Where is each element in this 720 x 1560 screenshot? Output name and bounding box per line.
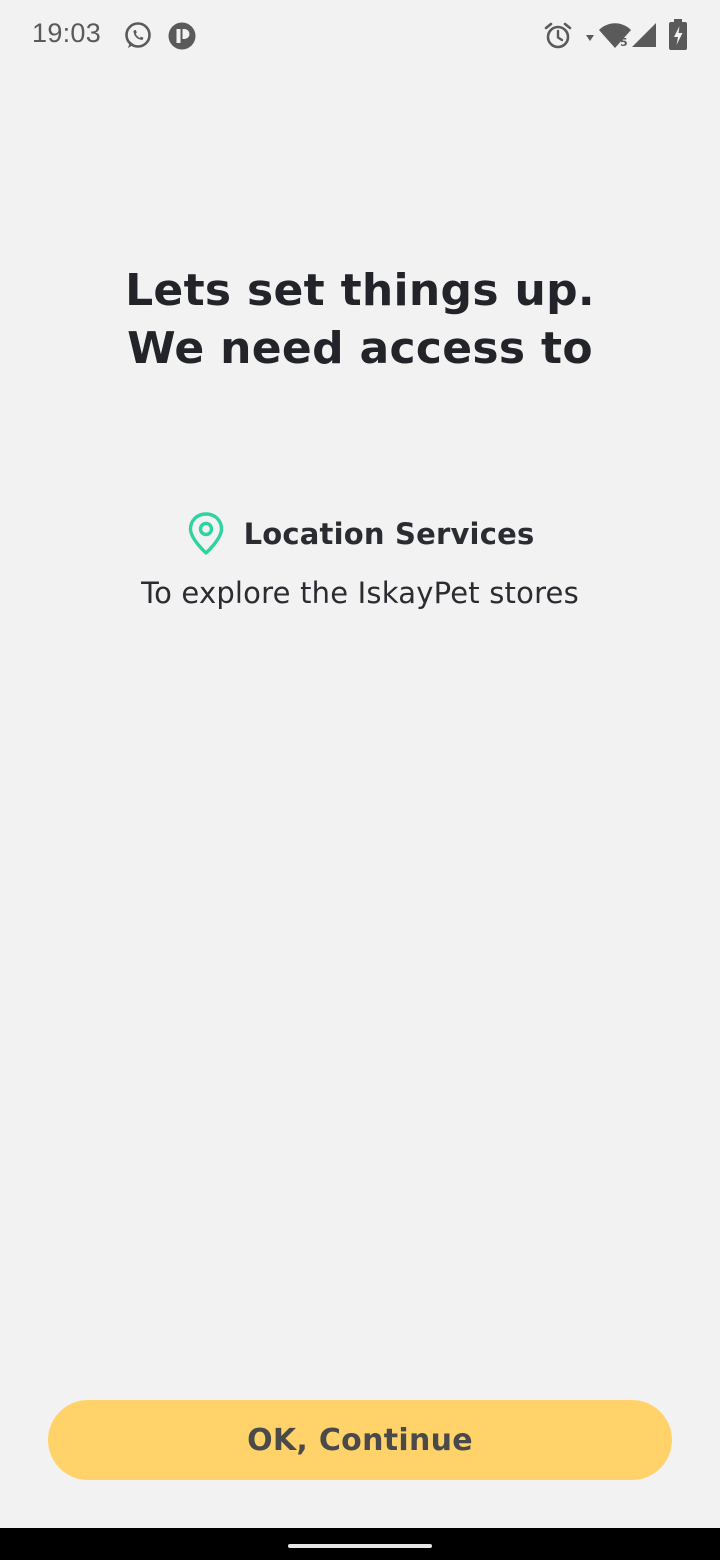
page-title: Lets set things up. We need access to xyxy=(0,262,720,378)
title-line-2: We need access to xyxy=(127,323,593,374)
location-pin-icon xyxy=(188,512,223,555)
status-time: 19:03 xyxy=(32,18,102,48)
data-arrow-icon xyxy=(586,35,594,41)
whatsapp-icon xyxy=(125,22,151,48)
continue-button[interactable]: OK, Continue xyxy=(48,1400,672,1480)
permission-description: To explore the IskayPet stores xyxy=(141,576,579,610)
signal-icon xyxy=(632,23,656,47)
alarm-icon xyxy=(544,22,572,49)
wifi-icon: 5 xyxy=(599,23,631,49)
battery-charging-icon xyxy=(669,19,687,50)
location-permission-item: Location Services xyxy=(0,508,720,560)
permission-title: Location Services xyxy=(243,517,535,551)
title-line-1: Lets set things up. xyxy=(125,265,595,316)
app-notification-icon xyxy=(168,22,196,50)
home-indicator[interactable] xyxy=(288,1544,432,1548)
navigation-bar xyxy=(0,1528,720,1560)
status-bar: 19:03 5 xyxy=(0,0,720,72)
svg-text:5: 5 xyxy=(620,36,628,49)
permission-setup-screen: 19:03 5 Lets set things up. We need acce… xyxy=(0,0,720,1560)
